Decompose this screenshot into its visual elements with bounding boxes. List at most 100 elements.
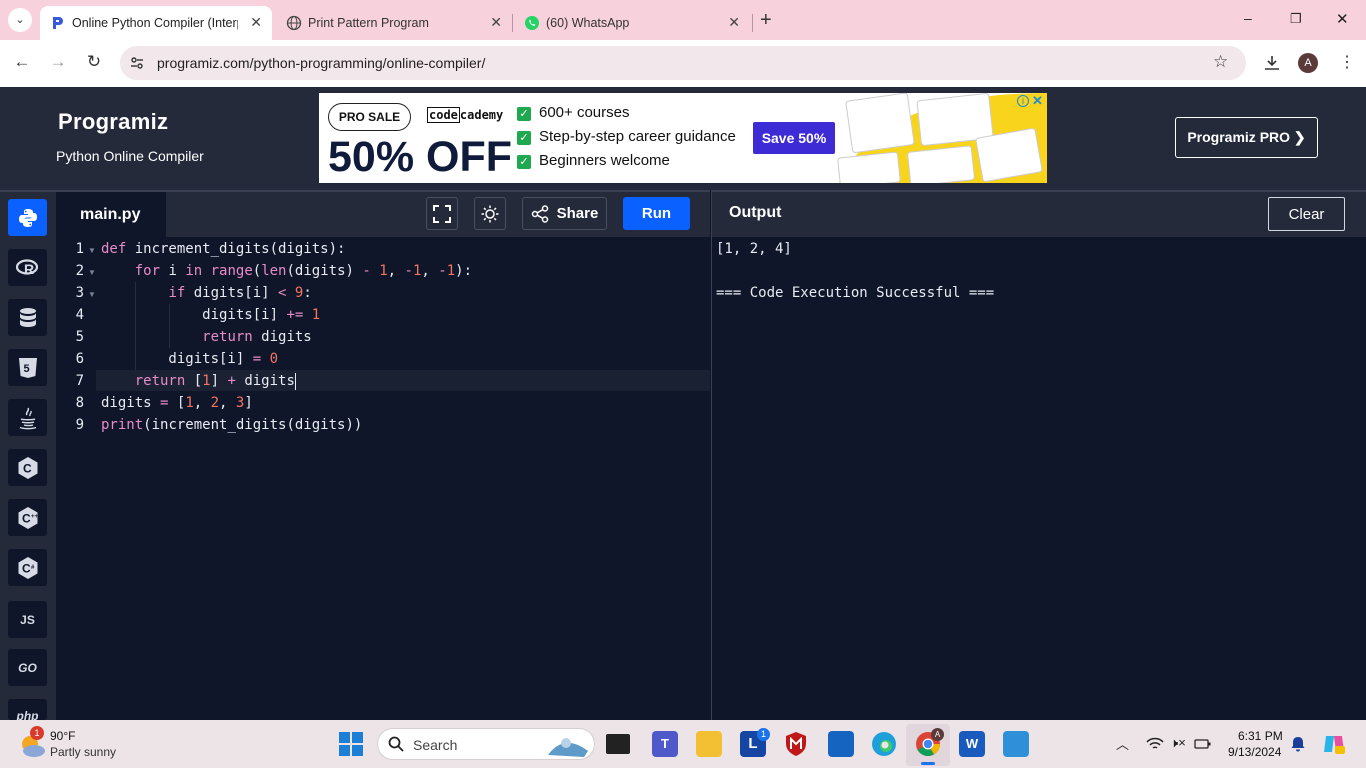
fold-arrow-icon[interactable]: ▼ <box>88 290 96 299</box>
code-line-2[interactable]: for i in range(len(digits) - 1, -1, -1): <box>101 263 472 279</box>
python-icon <box>18 208 37 227</box>
weather-widget[interactable]: 1 90°F Partly sunny <box>18 726 138 762</box>
task-view-icon[interactable] <box>606 734 630 754</box>
clear-button[interactable]: Clear <box>1268 197 1345 231</box>
code-token: - <box>404 263 413 279</box>
new-tab-button[interactable]: + <box>760 9 772 32</box>
ad-close-icon[interactable]: ✕ <box>1032 93 1043 109</box>
back-arrow-icon[interactable]: ← <box>11 52 33 72</box>
fold-arrow-icon[interactable]: ▼ <box>88 268 96 277</box>
file-explorer-icon[interactable] <box>696 731 722 757</box>
run-button[interactable]: Run <box>623 197 690 230</box>
active-app-indicator <box>921 762 935 765</box>
restore-window-button[interactable]: ❐ <box>1290 11 1302 27</box>
close-tab-icon[interactable]: ✕ <box>490 14 502 31</box>
battery-icon[interactable] <box>1194 737 1212 751</box>
code-token: print <box>101 417 144 433</box>
windows-start-icon[interactable] <box>339 732 363 756</box>
copilot-icon[interactable] <box>1322 732 1346 756</box>
word-icon[interactable]: W <box>959 731 985 757</box>
notification-bell-icon[interactable] <box>1291 736 1305 752</box>
svg-text:R: R <box>24 261 34 277</box>
microsoft-store-icon[interactable] <box>828 731 854 757</box>
tab-whatsapp[interactable]: (60) WhatsApp ✕ <box>514 6 750 40</box>
code-token: 0 <box>269 351 279 367</box>
sidebar-item-c[interactable]: C <box>8 449 47 486</box>
code-line-8[interactable]: digits = [1, 2, 3] <box>101 395 253 411</box>
bookmark-star-icon[interactable]: ☆ <box>1213 52 1228 72</box>
theme-toggle-button[interactable] <box>474 197 506 230</box>
clock-date[interactable]: 9/13/2024 <box>1228 745 1281 759</box>
advertisement-banner[interactable]: PRO SALE code cademy 50% OFF ✓ 600+ course… <box>319 93 1047 183</box>
code-token: def <box>101 241 135 257</box>
show-hidden-icons-chevron[interactable]: ︿ <box>1116 734 1129 753</box>
line-number: 2 <box>75 263 84 279</box>
wifi-icon[interactable] <box>1146 737 1164 751</box>
mcafee-icon[interactable] <box>785 731 807 757</box>
code-line-4[interactable]: digits[i] += 1 <box>101 307 320 323</box>
sidebar-item-javascript[interactable]: JS <box>8 601 47 638</box>
browser-menu-icon[interactable]: ⋮ <box>1339 52 1355 72</box>
close-tab-icon[interactable]: ✕ <box>250 14 262 31</box>
code-token: 1 <box>185 395 194 411</box>
minimize-window-button[interactable]: – <box>1244 10 1252 26</box>
volume-muted-icon[interactable]: 🕨× <box>1170 735 1186 751</box>
ad-brand-code: code <box>427 107 460 123</box>
database-icon <box>19 307 36 327</box>
sidebar-item-cpp[interactable]: C ++ <box>8 499 47 536</box>
programiz-pro-button[interactable]: Programiz PRO ❯ <box>1175 117 1318 158</box>
line-number: 8 <box>75 395 84 411</box>
tab-print-pattern-program[interactable]: Print Pattern Program ✕ <box>276 6 512 40</box>
file-tab-main-py[interactable]: main.py <box>56 190 166 237</box>
sidebar-item-csharp[interactable]: C # <box>8 549 47 586</box>
sidebar-item-java[interactable] <box>8 399 47 436</box>
code-line-7[interactable]: return [1] + digits <box>101 373 295 389</box>
code-line-6[interactable]: digits[i] = 0 <box>101 351 278 367</box>
lens-app-badge: 1 <box>757 728 770 741</box>
sidebar-item-r[interactable]: R <box>8 249 47 286</box>
java-icon <box>19 407 36 429</box>
address-bar[interactable]: programiz.com/python-programming/online-… <box>120 46 1246 80</box>
close-tab-icon[interactable]: ✕ <box>728 14 740 31</box>
code-token: in <box>185 263 203 279</box>
fullscreen-button[interactable] <box>426 197 458 230</box>
close-window-button[interactable]: ✕ <box>1336 10 1349 28</box>
fold-arrow-icon[interactable]: ▼ <box>88 246 96 255</box>
code-token: range <box>210 263 253 279</box>
site-settings-icon[interactable] <box>129 55 145 71</box>
profile-avatar[interactable]: A <box>1298 53 1318 73</box>
sidebar-item-go[interactable]: GO <box>8 649 47 686</box>
sidebar-item-sql[interactable] <box>8 299 47 336</box>
code-token: , <box>193 395 211 411</box>
code-line-9[interactable]: print(increment_digits(digits)) <box>101 417 362 433</box>
programiz-logo[interactable]: Programiz <box>58 109 168 135</box>
clock-time[interactable]: 6:31 PM <box>1238 729 1283 743</box>
taskbar-search-box[interactable]: Search <box>377 728 595 760</box>
sidebar-item-html[interactable]: 5 <box>8 349 47 386</box>
reload-icon[interactable]: ↻ <box>83 52 105 72</box>
code-line-5[interactable]: return digits <box>101 329 312 345</box>
code-line-1[interactable]: def increment_digits(digits): <box>101 241 345 257</box>
fullscreen-icon <box>433 204 451 223</box>
sidebar-item-python[interactable] <box>8 199 47 236</box>
download-icon[interactable] <box>1263 54 1281 72</box>
sidebar-item-php[interactable]: php <box>8 699 47 720</box>
code-token: return <box>202 329 253 345</box>
code-line-3[interactable]: if digits[i] < 9: <box>101 285 311 301</box>
teams-icon[interactable]: T <box>652 731 678 757</box>
edge-icon[interactable] <box>871 731 897 757</box>
tab-online-python-compiler[interactable]: Online Python Compiler (Interp ✕ <box>40 6 272 40</box>
code-token: (increment_digits(digits)) <box>143 417 363 433</box>
share-button[interactable]: Share <box>522 197 607 230</box>
tab-search-button[interactable]: ⌄ <box>8 8 32 32</box>
code-token: + <box>227 373 236 389</box>
photos-icon[interactable] <box>1003 731 1029 757</box>
ad-info-icon[interactable]: i <box>1017 95 1029 107</box>
forward-arrow-icon[interactable]: → <box>47 52 69 72</box>
code-token: digits[i] <box>185 285 279 301</box>
chrome-profile-badge: A <box>931 728 944 741</box>
